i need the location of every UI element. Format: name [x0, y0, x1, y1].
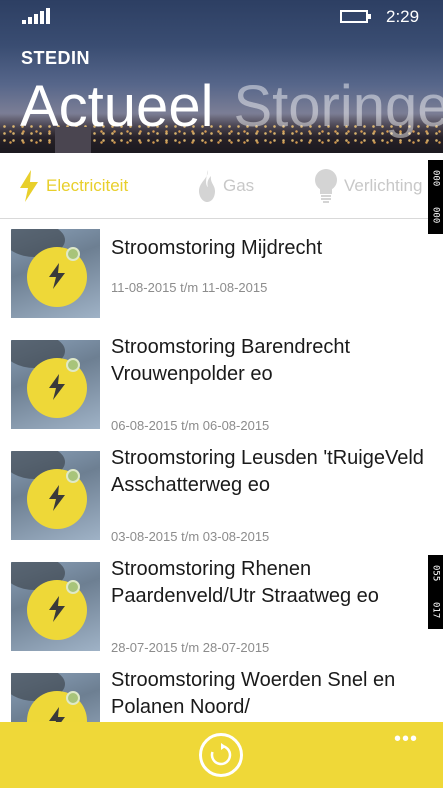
outage-thumbnail	[11, 340, 100, 429]
outage-title: Stroomstoring Rhenen Paardenveld/Utr Str…	[111, 558, 379, 607]
lightning-icon	[20, 170, 38, 202]
category-tabs: Electriciteit Gas Verlichting	[0, 153, 443, 219]
lightning-icon	[49, 596, 65, 622]
outage-thumbnail	[11, 451, 100, 540]
status-dot-icon	[66, 691, 80, 705]
list-item[interactable]: Stroomstoring Mijdrecht 11-08-2015 t/m 1…	[0, 219, 443, 329]
list-item[interactable]: Stroomstoring Leusden 'tRuigeVeld Asscha…	[0, 441, 443, 551]
refresh-button[interactable]	[199, 733, 243, 777]
outage-title: Stroomstoring Woerden Snel en Polanen No…	[111, 669, 396, 718]
tab-gas[interactable]: Gas	[197, 170, 255, 202]
list-item[interactable]: Stroomstoring Woerden Snel en Polanen No…	[0, 663, 443, 722]
outage-title: Stroomstoring Mijdrecht	[111, 237, 323, 259]
status-dot-icon	[66, 358, 80, 372]
status-dot-icon	[66, 247, 80, 261]
pivot-header-storingen[interactable]: Storinge	[233, 74, 443, 139]
tab-electriciteit[interactable]: Electriciteit	[18, 170, 129, 202]
list-item[interactable]: Stroomstoring Rhenen Paardenveld/Utr Str…	[0, 552, 443, 662]
outage-title: Stroomstoring Barendrecht Vrouwenpolder …	[111, 336, 351, 385]
status-bar: 2:29	[0, 0, 443, 32]
signal-bars-icon	[22, 8, 50, 24]
refresh-icon	[210, 743, 232, 766]
lightning-icon	[49, 374, 65, 400]
outage-thumbnail	[11, 673, 100, 722]
edge-overlay-bottom: 055 017	[428, 555, 443, 629]
pivot-header-actueel[interactable]: Actueel	[20, 74, 213, 139]
tab-verlichting[interactable]: Verlichting	[314, 169, 423, 203]
outage-date: 06-08-2015 t/m 06-08-2015	[111, 418, 270, 433]
flame-icon	[199, 170, 215, 202]
battery-charging-icon	[340, 10, 371, 23]
lightning-icon	[49, 707, 65, 722]
app-bar: •••	[0, 722, 443, 788]
outage-thumbnail	[11, 229, 100, 318]
tab-label: Electriciteit	[46, 176, 129, 195]
edge-overlay-top: 000 000	[428, 160, 443, 234]
lightbulb-icon	[315, 169, 337, 203]
header-panorama: 2:29 STEDIN Actueel Storinge	[0, 0, 443, 153]
outage-thumbnail	[11, 562, 100, 651]
status-dot-icon	[66, 469, 80, 483]
tab-label: Gas	[223, 176, 255, 195]
status-dot-icon	[66, 580, 80, 594]
tab-label: Verlichting	[344, 176, 423, 195]
outage-date: 11-08-2015 t/m 11-08-2015	[111, 280, 268, 295]
outage-list: Stroomstoring Mijdrecht 11-08-2015 t/m 1…	[0, 219, 443, 722]
pivot-headers: Actueel Storinge	[20, 72, 443, 142]
lightning-icon	[49, 485, 65, 511]
lightning-icon	[49, 263, 65, 289]
app-name: STEDIN	[21, 48, 91, 68]
list-item[interactable]: Stroomstoring Barendrecht Vrouwenpolder …	[0, 330, 443, 440]
clock: 2:29	[386, 7, 420, 26]
more-options-button[interactable]: •••	[394, 728, 418, 751]
outage-title: Stroomstoring Leusden 'tRuigeVeld Asscha…	[111, 447, 424, 496]
outage-date: 28-07-2015 t/m 28-07-2015	[111, 640, 270, 655]
outage-date: 03-08-2015 t/m 03-08-2015	[111, 529, 270, 544]
